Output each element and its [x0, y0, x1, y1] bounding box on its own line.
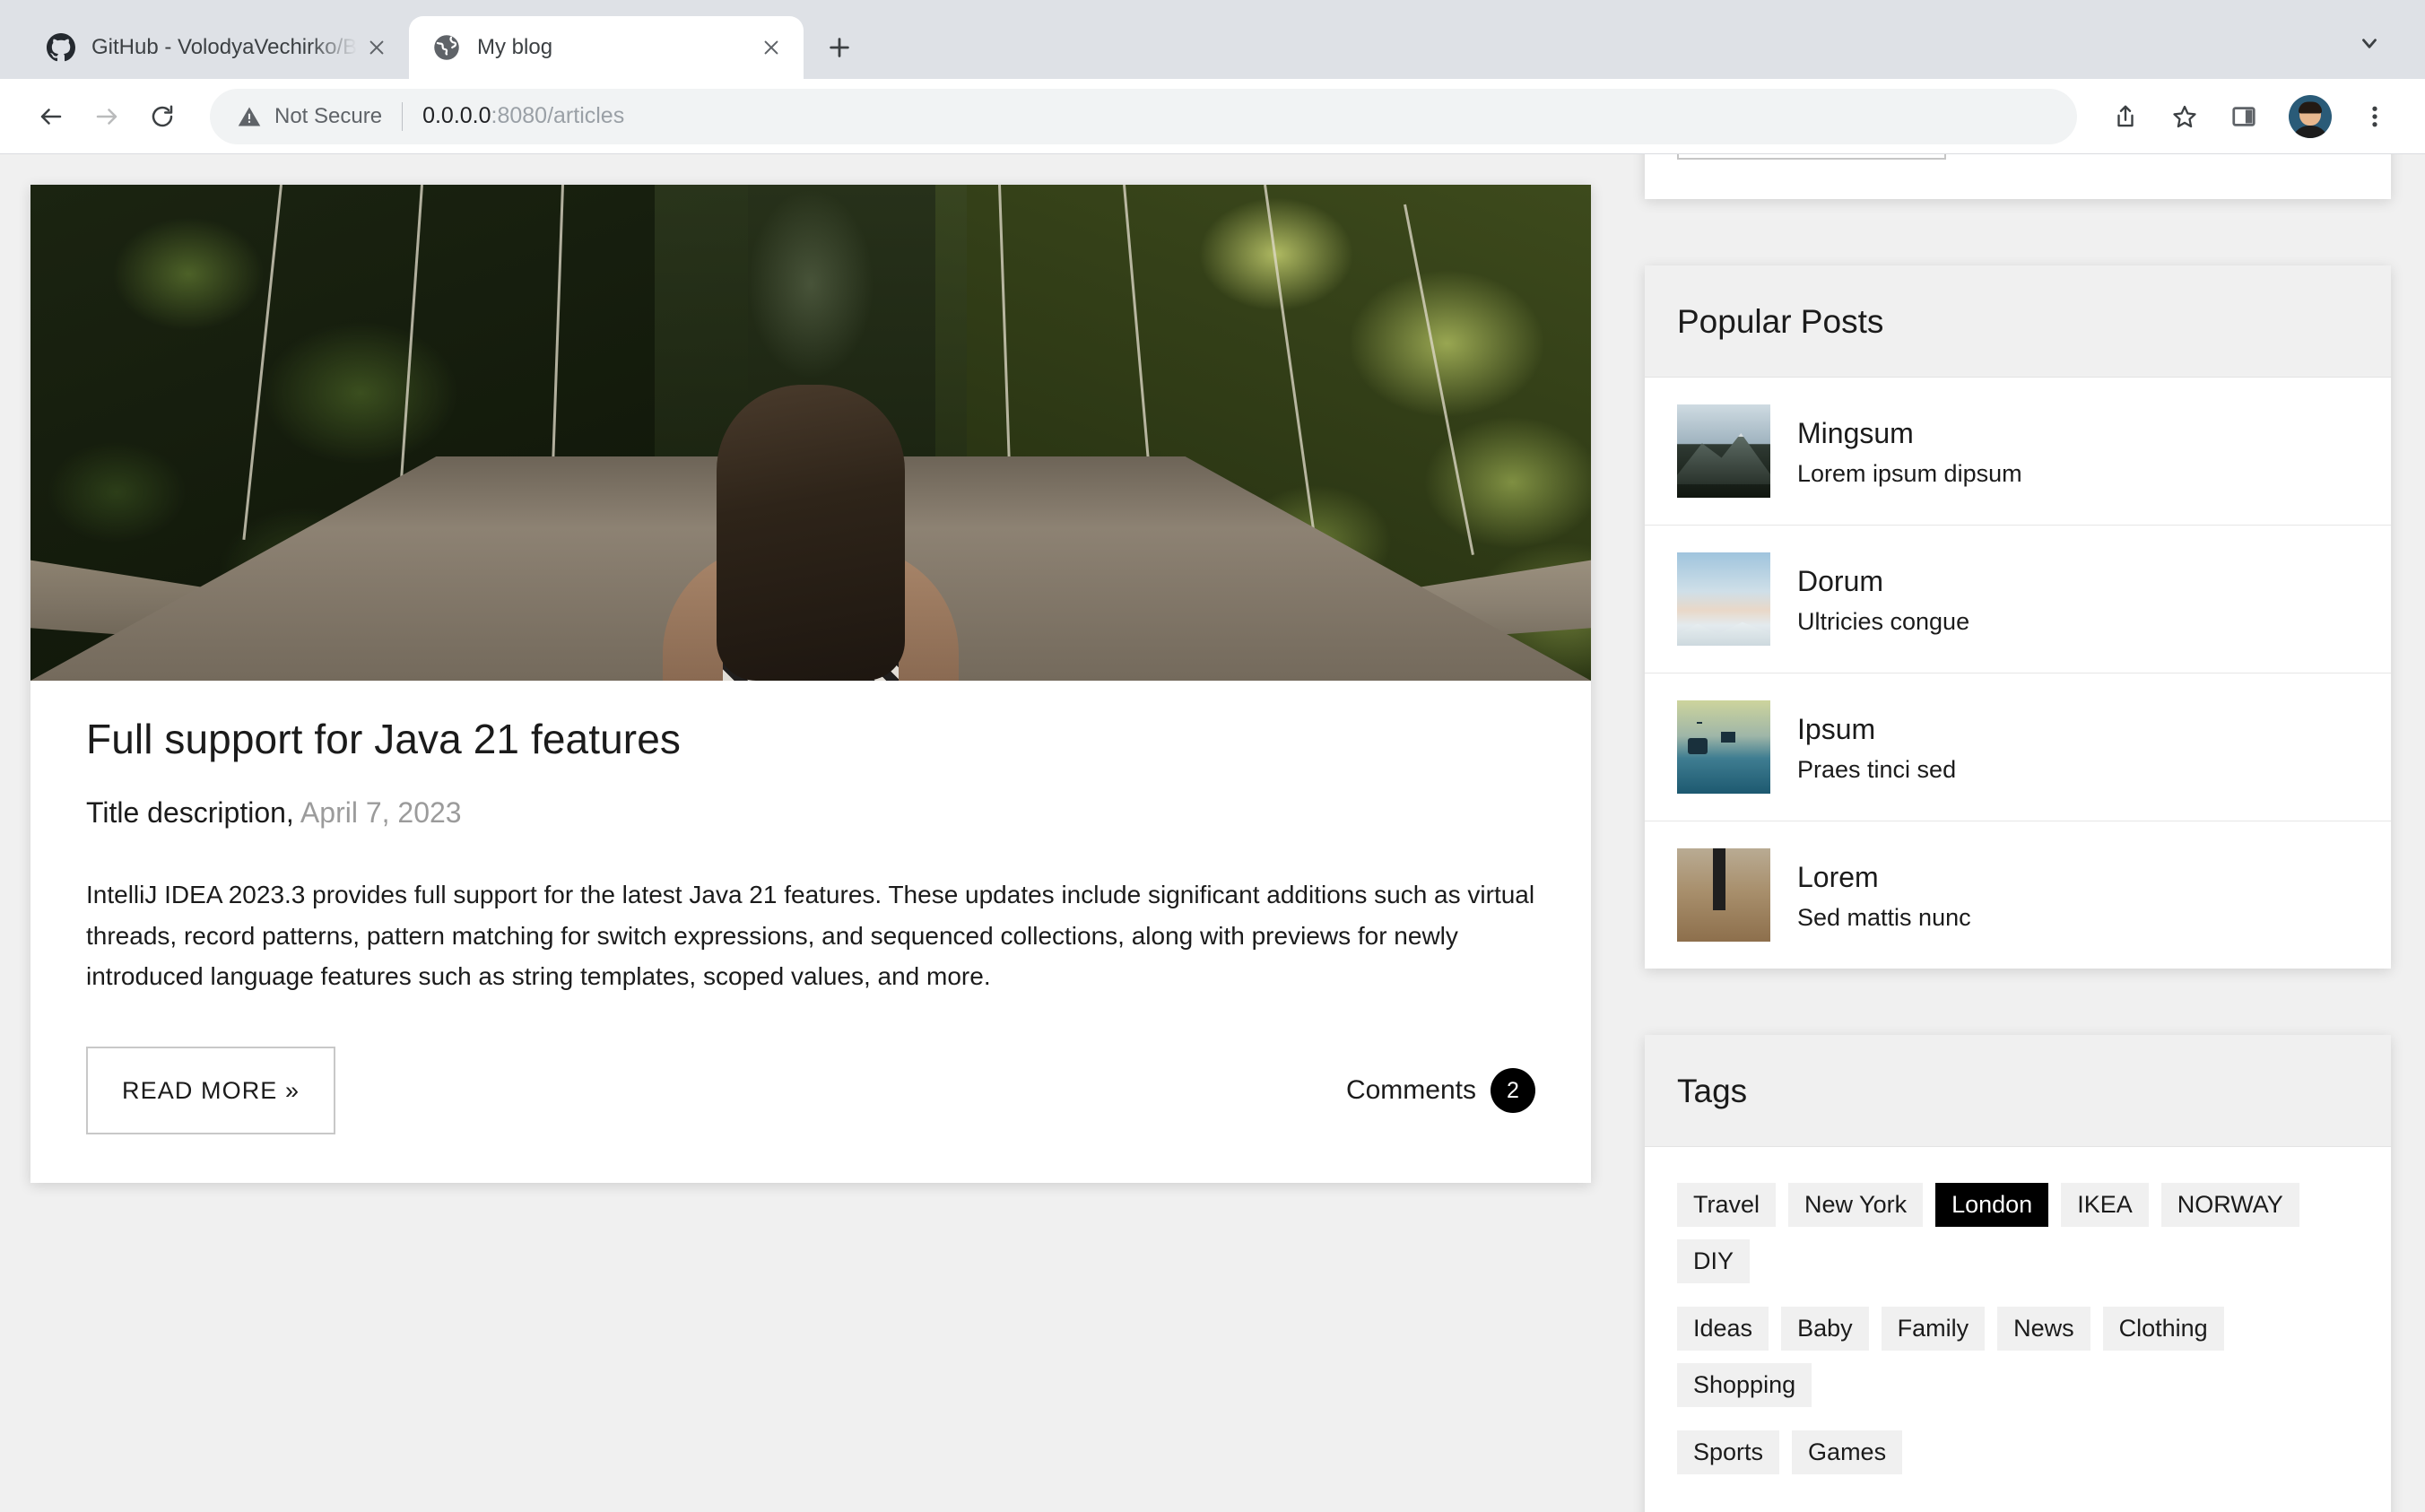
article-text: IntelliJ IDEA 2023.3 provides full suppo…: [86, 881, 1535, 990]
tag-ikea[interactable]: IKEA: [2061, 1183, 2149, 1227]
tag-norway[interactable]: NORWAY: [2160, 1183, 2299, 1227]
post-text: Ipsum Praes tinci sed: [1797, 711, 1956, 784]
tag-ideas[interactable]: Ideas: [1677, 1307, 1769, 1351]
post-title: Dorum: [1797, 564, 1884, 597]
article-date: April 7, 2023: [300, 796, 462, 830]
article-title: Full support for Java 21 features: [86, 716, 681, 762]
comments-link[interactable]: Comments 2: [1345, 1068, 1535, 1114]
avatar-hair: [2299, 101, 2322, 114]
not-secure-warning-icon: [237, 104, 262, 129]
tab-strip: GitHub - VolodyaVechirko/Blog My blog: [0, 0, 2425, 79]
github-icon: [47, 33, 75, 62]
tab-my-blog[interactable]: My blog: [409, 16, 804, 79]
post-text: Dorum Ultricies congue: [1797, 563, 1969, 636]
omnibox-divider: [402, 101, 404, 131]
tag-family[interactable]: Family: [1881, 1307, 1986, 1351]
post-thumbnail: [1677, 700, 1770, 794]
list-item[interactable]: Ipsum Praes tinci sed: [1645, 673, 2391, 821]
article-card: Full support for Java 21 features Title …: [30, 185, 1591, 1184]
popular-posts-header: Popular Posts: [1645, 265, 2391, 378]
browser-toolbar: Not Secure 0.0.0.0:8080/articles: [0, 79, 2425, 154]
tag-travel[interactable]: Travel: [1677, 1183, 1777, 1227]
read-more-button[interactable]: READ MORE »: [86, 1047, 336, 1135]
avatar-body: [2291, 125, 2329, 138]
search-widget-body: [1645, 154, 2391, 199]
tab-github[interactable]: GitHub - VolodyaVechirko/Blog: [23, 16, 409, 79]
close-icon[interactable]: [357, 28, 396, 67]
security-status-label: Not Secure: [274, 103, 383, 128]
tags-title: Tags: [1677, 1073, 1748, 1109]
sidebar-column: Popular Posts Mingsum Lorem ipsum dipsum…: [1591, 154, 2425, 1512]
article-footer: READ MORE » Comments 2: [86, 1047, 1535, 1135]
url-path: :8080/articles: [491, 103, 625, 128]
page-viewport: Full support for Java 21 features Title …: [0, 154, 2425, 1512]
new-tab-button[interactable]: [813, 21, 866, 74]
post-subtitle: Ultricies congue: [1797, 607, 1970, 635]
tag-row: Travel New York London IKEA NORWAY DIY: [1677, 1183, 2359, 1283]
url-text: 0.0.0.0:8080/articles: [422, 103, 624, 129]
post-subtitle: Lorem ipsum dipsum: [1797, 459, 2022, 487]
post-title: Lorem: [1797, 860, 1879, 893]
three-dot-menu-icon[interactable]: [2348, 90, 2402, 143]
tag-london[interactable]: London: [1935, 1183, 2049, 1227]
back-arrow-icon[interactable]: [23, 89, 79, 144]
article-description: Title description,: [86, 796, 294, 830]
popular-posts-title: Popular Posts: [1677, 303, 1884, 340]
tags-widget: Tags Travel New York London IKEA NORWAY …: [1645, 1035, 2391, 1512]
tag-clothing[interactable]: Clothing: [2102, 1307, 2224, 1351]
address-bar[interactable]: Not Secure 0.0.0.0:8080/articles: [210, 88, 2077, 144]
post-text: Mingsum Lorem ipsum dipsum: [1797, 415, 2022, 488]
post-title: Ipsum: [1797, 712, 1876, 745]
article-hero-image: [30, 185, 1591, 681]
browser-window: GitHub - VolodyaVechirko/Blog My blog No…: [0, 0, 2425, 1512]
tab-title: My blog: [477, 35, 553, 59]
side-panel-icon[interactable]: [2217, 90, 2271, 143]
article-body: Full support for Java 21 features Title …: [30, 681, 1591, 1183]
search-widget: [1645, 154, 2391, 199]
url-host: 0.0.0.0: [422, 103, 491, 128]
star-icon[interactable]: [2158, 90, 2212, 143]
tag-shopping[interactable]: Shopping: [1677, 1363, 1812, 1407]
tab-title: GitHub - VolodyaVechirko/Blog: [91, 35, 357, 59]
share-icon[interactable]: [2099, 90, 2152, 143]
avatar[interactable]: [2289, 94, 2332, 138]
tag-new-york[interactable]: New York: [1788, 1183, 1924, 1227]
main-column: Full support for Java 21 features Title …: [30, 154, 1591, 1512]
post-text: Lorem Sed mattis nunc: [1797, 859, 1971, 932]
tag-row: Ideas Baby Family News Clothing Shopping: [1677, 1307, 2359, 1407]
reload-icon[interactable]: [135, 89, 190, 144]
comments-label: Comments: [1345, 1075, 1476, 1106]
list-item[interactable]: Lorem Sed mattis nunc: [1645, 821, 2391, 969]
post-title: Mingsum: [1797, 416, 1914, 449]
tag-news[interactable]: News: [1997, 1307, 2090, 1351]
tag-games[interactable]: Games: [1792, 1430, 1903, 1474]
article-meta: Title description, April 7, 2023: [86, 796, 1535, 830]
popular-posts-widget: Popular Posts Mingsum Lorem ipsum dipsum…: [1645, 265, 2391, 969]
post-thumbnail: [1677, 848, 1770, 942]
tags-body: Travel New York London IKEA NORWAY DIY I…: [1645, 1147, 2391, 1512]
forward-arrow-icon[interactable]: [79, 89, 135, 144]
post-subtitle: Sed mattis nunc: [1797, 903, 1971, 931]
post-subtitle: Praes tinci sed: [1797, 755, 1957, 783]
tag-baby[interactable]: Baby: [1781, 1307, 1869, 1351]
post-thumbnail: [1677, 552, 1770, 646]
search-input[interactable]: [1677, 154, 1946, 160]
tags-header: Tags: [1645, 1035, 2391, 1147]
close-icon[interactable]: [752, 28, 791, 67]
tag-row: Sports Games: [1677, 1430, 2359, 1474]
tag-sports[interactable]: Sports: [1677, 1430, 1780, 1474]
tag-diy[interactable]: DIY: [1677, 1239, 1751, 1283]
chevron-down-icon[interactable]: [2344, 18, 2395, 68]
globe-icon: [432, 33, 461, 62]
list-item[interactable]: Dorum Ultricies congue: [1645, 526, 2391, 673]
hero-person-hair: [717, 385, 905, 681]
list-item[interactable]: Mingsum Lorem ipsum dipsum: [1645, 378, 2391, 526]
post-thumbnail: [1677, 404, 1770, 498]
comments-count-badge: 2: [1491, 1068, 1535, 1114]
